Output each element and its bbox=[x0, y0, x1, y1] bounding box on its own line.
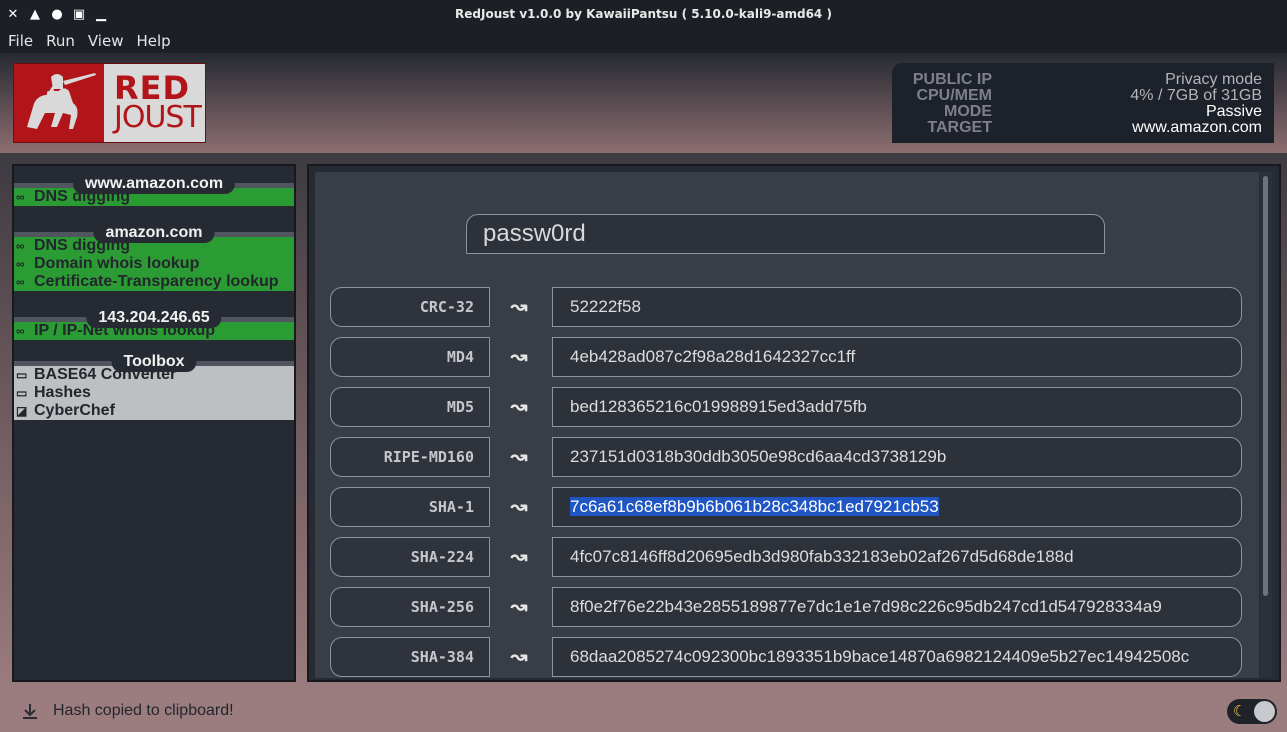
hash-value[interactable]: 4eb428ad087c2f98a28d1642327cc1ff bbox=[552, 337, 1242, 377]
sidebar-item-label: Hashes bbox=[34, 384, 91, 401]
info-public-ip: Privacy mode bbox=[1165, 71, 1262, 88]
hashes-content: passw0rd CRC-32 ↝ 52222f58 MD4 ↝ 4eb428a… bbox=[315, 172, 1259, 678]
section-title-ip: 143.204.246.65 bbox=[86, 308, 222, 328]
hash-label: CRC-32 bbox=[330, 287, 490, 327]
sidebar-item-hashes[interactable]: ▭ Hashes bbox=[14, 384, 294, 402]
hash-value[interactable]: 4fc07c8146ff8d20695edb3d980fab332183eb02… bbox=[552, 537, 1242, 577]
sidebar-section-header: www.amazon.com bbox=[14, 166, 294, 194]
sidebar-item-label: Certificate-Transparency lookup bbox=[34, 273, 279, 290]
panel-scrollbar[interactable] bbox=[1260, 172, 1272, 678]
binoculars-icon: ∞ bbox=[16, 275, 25, 289]
status-info-panel: PUBLIC IP CPU/MEM MODE TARGET Privacy mo… bbox=[892, 63, 1274, 143]
hash-row-md5: MD5 ↝ bed128365216c019988915ed3add75fb bbox=[330, 387, 1242, 427]
binoculars-icon: ∞ bbox=[16, 190, 25, 204]
sidebar: www.amazon.com ∞ DNS digging amazon.com … bbox=[12, 164, 296, 682]
info-values: Privacy mode 4% / 7GB of 31GB Passive ww… bbox=[1130, 72, 1262, 136]
app-body: RED JOUST PUBLIC IP CPU/MEM MODE TARGET … bbox=[0, 53, 1287, 693]
info-label-target: TARGET bbox=[927, 119, 992, 136]
window-icon: ▭ bbox=[16, 386, 28, 400]
status-bar: Hash copied to clipboard! ☾ bbox=[0, 693, 1287, 732]
sidebar-section-header: 143.204.246.65 bbox=[14, 300, 294, 328]
info-mode: Passive bbox=[1205, 103, 1262, 120]
hash-label: MD4 bbox=[330, 337, 490, 377]
hash-value[interactable]: 68daa2085274c092300bc1893351b9bace14870a… bbox=[552, 637, 1242, 677]
logo-line2: JOUST bbox=[114, 100, 202, 135]
hash-value[interactable]: 237151d0318b30ddb3050e98cd6aa4cd3738129b bbox=[552, 437, 1242, 477]
external-app-icon: ◪ bbox=[16, 404, 28, 418]
knight-icon bbox=[14, 64, 106, 142]
theme-toggle[interactable]: ☾ bbox=[1227, 699, 1277, 724]
hash-label: MD5 bbox=[330, 387, 490, 427]
hash-label: SHA-256 bbox=[330, 587, 490, 627]
hash-input-field[interactable]: passw0rd bbox=[466, 214, 1105, 254]
hash-label: RIPE-MD160 bbox=[330, 437, 490, 477]
sidebar-item-label: Domain whois lookup bbox=[34, 255, 200, 272]
info-label-cpu-mem: CPU/MEM bbox=[916, 87, 992, 104]
sidebar-item-label: CyberChef bbox=[34, 402, 115, 419]
sidebar-section-header: Toolbox bbox=[14, 344, 294, 372]
hash-row-sha256: SHA-256 ↝ 8f0e2f76e22b43e2855189877e7dc1… bbox=[330, 587, 1242, 627]
wave-arrow-icon[interactable]: ↝ bbox=[504, 397, 534, 417]
hash-value[interactable]: bed128365216c019988915ed3add75fb bbox=[552, 387, 1242, 427]
wave-arrow-icon[interactable]: ↝ bbox=[504, 547, 534, 567]
menu-file[interactable]: File bbox=[8, 32, 33, 50]
hash-value[interactable]: 8f0e2f76e22b43e2855189877e7dc1e1e7d98c22… bbox=[552, 587, 1242, 627]
hash-label: SHA-224 bbox=[330, 537, 490, 577]
section-title-amazon: amazon.com bbox=[93, 223, 215, 243]
sidebar-item-domain-whois[interactable]: ∞ Domain whois lookup bbox=[14, 255, 294, 273]
info-labels: PUBLIC IP CPU/MEM MODE TARGET bbox=[912, 72, 992, 136]
info-cpu-mem: 4% / 7GB of 31GB bbox=[1130, 87, 1262, 104]
app-header: RED JOUST PUBLIC IP CPU/MEM MODE TARGET … bbox=[0, 53, 1287, 153]
window-titlebar: ✕ ▲ ● ▣ ▁ RedJoust v1.0.0 by KawaiiPants… bbox=[0, 0, 1287, 28]
sidebar-section-header: amazon.com bbox=[14, 215, 294, 243]
wave-arrow-icon[interactable]: ↝ bbox=[504, 297, 534, 317]
wave-arrow-icon[interactable]: ↝ bbox=[504, 597, 534, 617]
hash-row-ripemd160: RIPE-MD160 ↝ 237151d0318b30ddb3050e98cd6… bbox=[330, 437, 1242, 477]
info-label-mode: MODE bbox=[944, 103, 992, 120]
hash-row-sha384: SHA-384 ↝ 68daa2085274c092300bc1893351b9… bbox=[330, 637, 1242, 677]
scrollbar-thumb[interactable] bbox=[1263, 176, 1268, 596]
info-target: www.amazon.com bbox=[1132, 119, 1262, 136]
selected-text: 7c6a61c68ef8b9b6b061b28c348bc1ed7921cb53 bbox=[570, 497, 939, 516]
section-title-toolbox: Toolbox bbox=[111, 352, 197, 372]
section-items: ∞ DNS digging ∞ Domain whois lookup ∞ Ce… bbox=[14, 237, 294, 291]
binoculars-icon: ∞ bbox=[16, 257, 25, 271]
logo-line1: RED bbox=[114, 69, 191, 107]
sidebar-item-cert-transparency[interactable]: ∞ Certificate-Transparency lookup bbox=[14, 273, 294, 291]
hash-row-sha224: SHA-224 ↝ 4fc07c8146ff8d20695edb3d980fab… bbox=[330, 537, 1242, 577]
hash-row-sha1: SHA-1 ↝ 7c6a61c68ef8b9b6b061b28c348bc1ed… bbox=[330, 487, 1242, 527]
redjoust-logo: RED JOUST bbox=[13, 63, 206, 143]
sidebar-item-cyberchef[interactable]: ◪ CyberChef bbox=[14, 402, 294, 420]
wave-arrow-icon[interactable]: ↝ bbox=[504, 647, 534, 667]
hash-label: SHA-384 bbox=[330, 637, 490, 677]
hash-value-selected[interactable]: 7c6a61c68ef8b9b6b061b28c348bc1ed7921cb53 bbox=[552, 487, 1242, 527]
hash-value[interactable]: 52222f58 bbox=[552, 287, 1242, 327]
binoculars-icon: ∞ bbox=[16, 239, 25, 253]
menu-help[interactable]: Help bbox=[136, 32, 170, 50]
menu-view[interactable]: View bbox=[88, 32, 124, 50]
wave-arrow-icon[interactable]: ↝ bbox=[504, 497, 534, 517]
download-icon bbox=[20, 702, 40, 722]
menu-bar: File Run View Help bbox=[0, 28, 1287, 53]
hash-row-crc32: CRC-32 ↝ 52222f58 bbox=[330, 287, 1242, 327]
logo-wordmark: RED JOUST bbox=[106, 64, 205, 142]
hash-label: SHA-1 bbox=[330, 487, 490, 527]
window-title: RedJoust v1.0.0 by KawaiiPantsu ( 5.10.0… bbox=[455, 7, 832, 21]
moon-icon: ☾ bbox=[1233, 703, 1247, 720]
menu-run[interactable]: Run bbox=[46, 32, 75, 50]
wave-arrow-icon[interactable]: ↝ bbox=[504, 447, 534, 467]
wave-arrow-icon[interactable]: ↝ bbox=[504, 347, 534, 367]
toggle-knob bbox=[1254, 701, 1275, 722]
window-icon: ▭ bbox=[16, 368, 28, 382]
status-message: Hash copied to clipboard! bbox=[53, 702, 234, 719]
hash-row-md4: MD4 ↝ 4eb428ad087c2f98a28d1642327cc1ff bbox=[330, 337, 1242, 377]
section-items: ▭ BASE64 Converter ▭ Hashes ◪ CyberChef bbox=[14, 366, 294, 420]
section-title-www-amazon: www.amazon.com bbox=[72, 174, 236, 194]
binoculars-icon: ∞ bbox=[16, 324, 25, 338]
info-label-public-ip: PUBLIC IP bbox=[912, 71, 992, 88]
hashes-panel: passw0rd CRC-32 ↝ 52222f58 MD4 ↝ 4eb428a… bbox=[307, 164, 1281, 682]
